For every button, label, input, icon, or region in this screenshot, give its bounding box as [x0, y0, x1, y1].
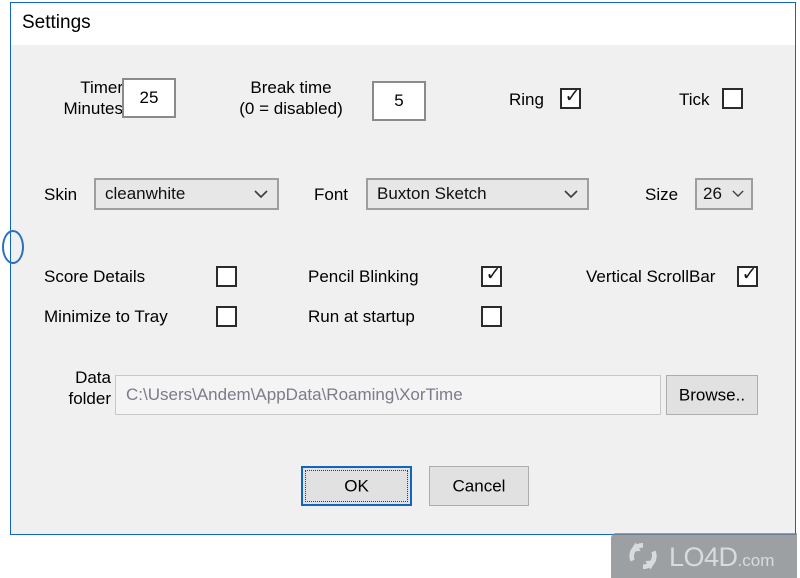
cancel-button[interactable]: Cancel — [429, 466, 529, 506]
minimize-to-tray-label: Minimize to Tray — [44, 307, 168, 326]
window-title: Settings — [22, 12, 91, 33]
browse-button-label: Browse.. — [678, 385, 746, 405]
timer-minutes-value: 25 — [139, 88, 159, 107]
pencil-blinking-checkbox[interactable]: ✓ — [481, 264, 502, 287]
ring-label: Ring — [509, 90, 544, 109]
data-folder-label-line2: folder — [68, 389, 111, 408]
break-time-input[interactable]: 5 — [372, 81, 426, 121]
settings-dialog-window: Settings Timer Minutes 25 Break time (0 … — [2, 2, 797, 578]
minimize-to-tray-checkbox[interactable]: ✓ — [216, 306, 237, 327]
vertical-scrollbar-checkbox[interactable]: ✓ — [737, 264, 758, 287]
break-time-label: Break time (0 = disabled) — [216, 77, 366, 119]
run-at-startup-checkbox[interactable]: ✓ — [481, 306, 502, 327]
skin-dropdown[interactable]: cleanwhite — [94, 178, 279, 210]
font-selected-value: Buxton Sketch — [377, 184, 487, 203]
break-time-value: 5 — [394, 91, 404, 110]
cancel-button-label: Cancel — [452, 476, 506, 496]
chevron-down-icon — [732, 180, 746, 208]
chevron-down-icon — [564, 180, 578, 208]
circular-arrows-icon — [623, 539, 663, 578]
watermark-content: LO4D.com — [623, 539, 774, 578]
browse-button[interactable]: Browse.. — [666, 375, 758, 415]
tick-label: Tick — [679, 90, 710, 109]
font-label: Font — [314, 185, 349, 204]
size-selected-value: 26 — [703, 184, 722, 203]
data-folder-path-value: C:\Users\Andem\AppData\Roaming\XorTime — [126, 385, 463, 404]
check-icon: ✓ — [741, 264, 758, 285]
left-edge-arc-artifact — [2, 230, 24, 264]
size-label: Size — [645, 185, 679, 204]
tick-checkbox[interactable]: ✓ — [722, 88, 743, 109]
ring-checkbox[interactable]: ✓ — [560, 86, 581, 109]
watermark-text: LO4D.com — [669, 542, 774, 576]
timer-minutes-label: Timer Minutes — [51, 77, 123, 119]
vertical-scrollbar-label: Vertical ScrollBar — [586, 267, 716, 286]
data-folder-label-line1: Data — [75, 368, 111, 387]
break-time-label-line1: Break time — [250, 78, 332, 97]
dialog-client-area: Timer Minutes 25 Break time (0 = disable… — [2, 45, 797, 578]
title-bar: Settings — [11, 3, 795, 45]
ok-button[interactable]: OK — [301, 466, 412, 506]
watermark-brand: LO4D — [669, 541, 738, 572]
check-icon: ✓ — [485, 264, 502, 285]
skin-selected-value: cleanwhite — [105, 184, 186, 203]
run-at-startup-label: Run at startup — [308, 307, 415, 326]
data-folder-input[interactable]: C:\Users\Andem\AppData\Roaming\XorTime — [115, 375, 661, 415]
score-details-checkbox[interactable]: ✓ — [216, 266, 237, 287]
skin-label: Skin — [44, 185, 78, 204]
data-folder-label: Data folder — [41, 367, 111, 409]
check-icon: ✓ — [564, 86, 581, 107]
timer-label-line1: Timer — [80, 78, 123, 97]
chevron-down-icon — [254, 180, 268, 208]
score-details-label: Score Details — [44, 267, 146, 286]
watermark-suffix: .com — [737, 550, 775, 570]
timer-minutes-input[interactable]: 25 — [122, 78, 176, 118]
ok-button-label: OK — [344, 476, 369, 496]
size-dropdown[interactable]: 26 — [695, 178, 753, 210]
pencil-blinking-label: Pencil Blinking — [308, 267, 419, 286]
lo4d-watermark: LO4D.com — [611, 533, 797, 578]
timer-label-line2: Minutes — [63, 99, 123, 118]
break-time-label-line2: (0 = disabled) — [239, 99, 343, 118]
font-dropdown[interactable]: Buxton Sketch — [366, 178, 589, 210]
